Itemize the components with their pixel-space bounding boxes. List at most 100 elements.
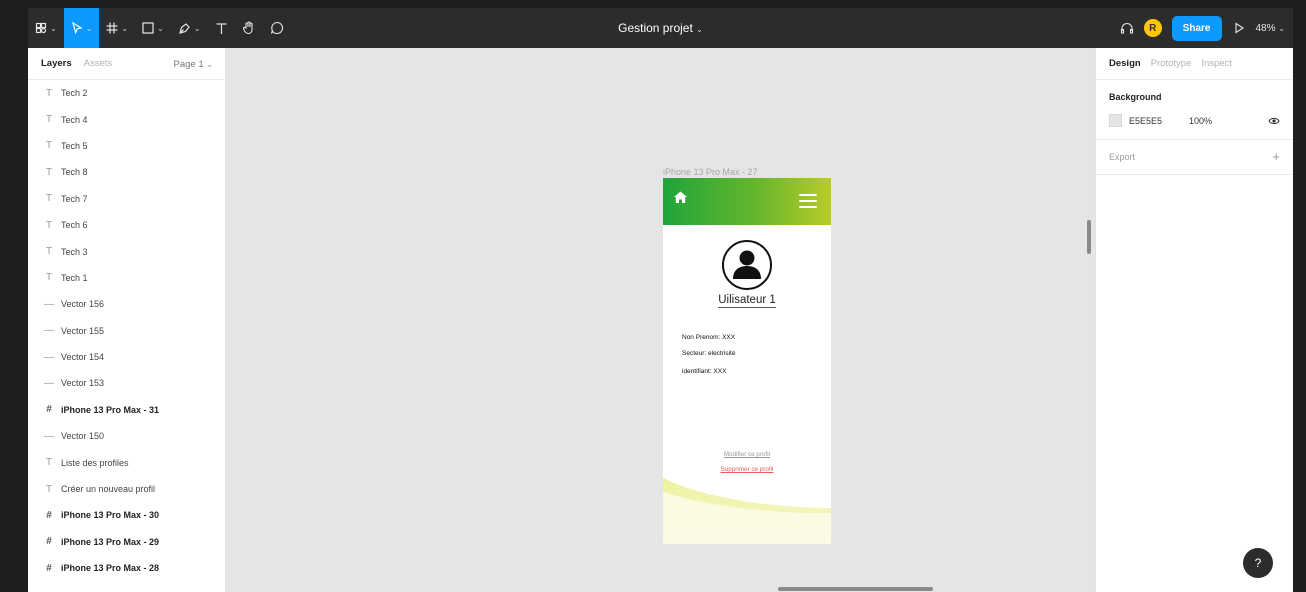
layer-label: Tech 3: [61, 246, 88, 257]
share-button[interactable]: Share: [1171, 15, 1222, 41]
headphones-icon[interactable]: [1120, 21, 1134, 35]
share-label: Share: [1182, 22, 1211, 34]
tab-design[interactable]: Design: [1109, 58, 1141, 69]
zoom-dropdown[interactable]: 48% ⌄: [1256, 23, 1286, 34]
frame-layer-icon: #: [46, 536, 52, 548]
layer-label: iPhone 13 Pro Max - 28: [61, 563, 160, 574]
file-title-button[interactable]: Gestion projet ⌄: [618, 21, 703, 35]
tab-layers[interactable]: Layers: [41, 58, 72, 69]
present-play-icon[interactable]: [1232, 21, 1246, 35]
layer-item[interactable]: — Vector 153: [28, 370, 225, 396]
vector-layer-icon: —: [44, 351, 54, 363]
info-name: Non Prenom: XXX: [682, 334, 736, 341]
edit-profile-link[interactable]: Modifier ce profil: [663, 451, 831, 458]
vector-layer-icon: —: [44, 325, 54, 337]
chevron-down-icon: ⌄: [193, 23, 201, 33]
cursor-icon: [71, 22, 83, 34]
avatar-initial: R: [1149, 22, 1157, 34]
layer-item[interactable]: T Liste des profiles: [28, 449, 225, 475]
layers-panel: Layers Assets Page 1 ⌄ T Tech 2 T Tech 4 T Te…: [28, 48, 226, 592]
layer-item[interactable]: # iPhone 13 Pro Max - 28: [28, 555, 225, 581]
layer-label: iPhone 13 Pro Max - 31: [61, 404, 160, 415]
layer-item[interactable]: T Tech 4: [28, 106, 225, 132]
layer-item[interactable]: — Vector 154: [28, 344, 225, 370]
background-opacity-input[interactable]: 100%: [1189, 116, 1268, 126]
background-fill-row: E5E5E5 100%: [1109, 114, 1280, 127]
rectangle-icon: [142, 22, 154, 34]
text-layer-icon: T: [45, 166, 53, 178]
horizontal-scrollbar[interactable]: [778, 587, 933, 591]
layer-label: Vector 150: [61, 431, 105, 442]
design-canvas[interactable]: iPhone 13 Pro Max - 27 Uilisateur 1 Non …: [226, 48, 1095, 592]
comment-tool-button[interactable]: [263, 8, 291, 48]
vertical-scrollbar[interactable]: [1087, 220, 1091, 254]
frame-layer-icon: #: [46, 562, 52, 574]
export-label: Export: [1109, 152, 1136, 162]
layer-label: Créer un nouveau profil: [61, 484, 156, 495]
hamburger-menu-icon[interactable]: [799, 194, 817, 208]
layer-item[interactable]: T Tech 8: [28, 159, 225, 185]
text-layer-icon: T: [45, 272, 53, 284]
layer-item[interactable]: T Tech 1: [28, 265, 225, 291]
frame-tool-button[interactable]: ⌄: [99, 8, 135, 48]
comment-icon: [270, 21, 283, 35]
vector-layer-icon: —: [44, 430, 54, 442]
text-layer-icon: T: [45, 483, 53, 495]
info-sector: Secteur: electrisité: [682, 350, 736, 357]
file-title-text: Gestion projet: [618, 21, 693, 35]
layer-item[interactable]: T Tech 2: [28, 80, 225, 106]
hand-tool-button[interactable]: [235, 8, 263, 48]
tab-assets[interactable]: Assets: [84, 58, 113, 69]
layer-item[interactable]: T Tech 5: [28, 133, 225, 159]
layer-label: Vector 154: [61, 352, 105, 363]
layer-item[interactable]: # iPhone 13 Pro Max - 31: [28, 397, 225, 423]
figma-menu-icon: [35, 22, 47, 34]
layer-item[interactable]: — Vector 150: [28, 423, 225, 449]
shape-tool-button[interactable]: ⌄: [135, 8, 171, 48]
frame-label[interactable]: iPhone 13 Pro Max - 27: [663, 167, 758, 177]
layer-item[interactable]: T Créer un nouveau profil: [28, 476, 225, 502]
figma-app: ⌄ ⌄ ⌄ ⌄ ⌄ Gestion projet ⌄ R Share 48% ⌄…: [28, 8, 1293, 592]
text-layer-icon: T: [45, 140, 53, 152]
question-mark-icon: ?: [1254, 556, 1262, 570]
text-layer-icon: T: [45, 114, 53, 126]
page-selector[interactable]: Page 1 ⌄: [174, 59, 213, 70]
home-icon[interactable]: [673, 190, 688, 205]
phone-frame[interactable]: Uilisateur 1 Non Prenom: XXX Secteur: el…: [663, 178, 831, 544]
background-section: Background E5E5E5 100%: [1096, 80, 1293, 140]
layer-label: Tech 5: [61, 140, 88, 151]
help-button[interactable]: ?: [1243, 548, 1273, 578]
chevron-down-icon: ⌄: [50, 23, 57, 33]
layer-label: iPhone 13 Pro Max - 29: [61, 536, 160, 547]
chevron-down-icon: ⌄: [85, 23, 93, 33]
text-tool-button[interactable]: [208, 8, 235, 48]
eye-icon[interactable]: [1268, 116, 1280, 126]
layer-item[interactable]: T Tech 7: [28, 186, 225, 212]
layer-label: Tech 7: [61, 193, 88, 204]
plus-icon[interactable]: +: [1272, 150, 1280, 163]
layer-label: Vector 155: [61, 325, 105, 336]
layer-item[interactable]: — Vector 156: [28, 291, 225, 317]
pen-tool-button[interactable]: ⌄: [171, 8, 208, 48]
tab-inspect[interactable]: Inspect: [1201, 58, 1232, 69]
layer-label: Vector 153: [61, 378, 105, 389]
layer-item[interactable]: # iPhone 13 Pro Max - 29: [28, 529, 225, 555]
layer-item[interactable]: — Vector 155: [28, 318, 225, 344]
background-color-swatch[interactable]: [1109, 114, 1122, 127]
layer-item[interactable]: T Tech 6: [28, 212, 225, 238]
background-hex-input[interactable]: E5E5E5: [1129, 116, 1189, 126]
layer-item[interactable]: T Tech 3: [28, 238, 225, 264]
move-tool-button[interactable]: ⌄: [63, 8, 100, 48]
layer-label: Tech 4: [61, 114, 88, 125]
layer-item[interactable]: # iPhone 13 Pro Max - 30: [28, 502, 225, 528]
user-avatar[interactable]: R: [1143, 19, 1162, 37]
frame-icon: [106, 22, 118, 34]
chevron-down-icon: ⌄: [1278, 23, 1285, 33]
tab-prototype[interactable]: Prototype: [1151, 58, 1192, 69]
main-menu-button[interactable]: ⌄: [28, 8, 64, 48]
pen-icon: [178, 22, 190, 34]
text-layer-icon: T: [45, 246, 53, 258]
chevron-down-icon: ⌄: [157, 23, 164, 33]
text-icon: [216, 22, 227, 34]
chevron-down-icon: ⌄: [206, 60, 213, 69]
